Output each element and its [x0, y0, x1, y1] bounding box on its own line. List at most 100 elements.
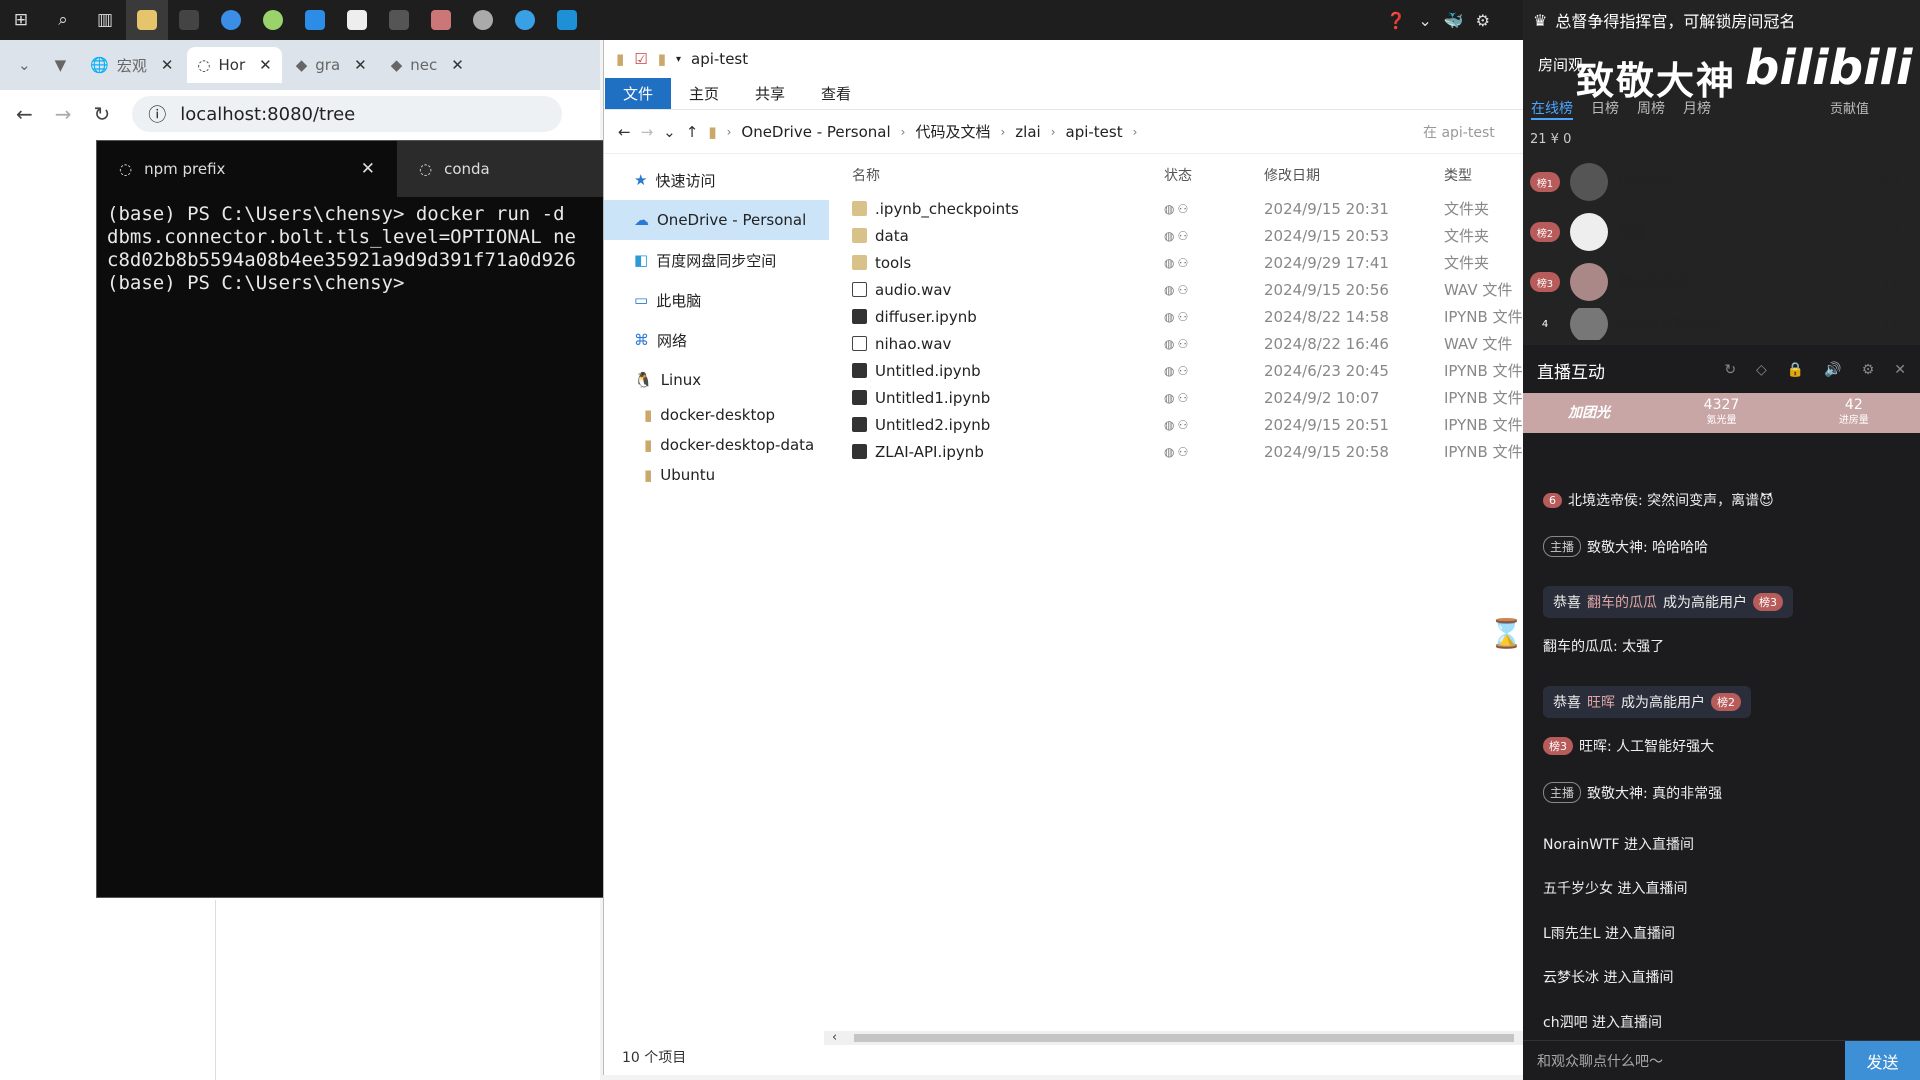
- promo-banner[interactable]: ♛ 总督争得指挥官，可解锁房间冠名: [1523, 0, 1920, 40]
- breadcrumb-item[interactable]: zlai: [1015, 123, 1040, 141]
- wechat-icon[interactable]: [252, 0, 294, 40]
- back-icon[interactable]: ←: [16, 102, 33, 126]
- terminal-icon[interactable]: [168, 0, 210, 40]
- file-row[interactable]: Untitled.ipynb ◍ ⚇ 2024/6/23 20:45 IPYNB 文件: [844, 357, 1524, 384]
- chevron-down-icon[interactable]: ⌄: [1418, 11, 1431, 30]
- close-icon[interactable]: ✕: [354, 56, 367, 74]
- chat-text: NorainWTF 进入直播间: [1543, 837, 1695, 853]
- back-icon[interactable]: ←: [618, 123, 631, 141]
- nav-network[interactable]: ⌘ 网络: [604, 320, 829, 360]
- column-status[interactable]: 状态: [1164, 165, 1264, 185]
- chat-user[interactable]: 旺晖: [1587, 692, 1615, 712]
- app-icon[interactable]: [336, 0, 378, 40]
- forward-icon[interactable]: →: [55, 102, 72, 126]
- nav-quick-access[interactable]: ★ 快速访问: [604, 160, 829, 200]
- file-row[interactable]: Untitled1.ipynb ◍ ⚇ 2024/9/2 10:07 IPYNB 文件: [844, 384, 1524, 411]
- terminal-output[interactable]: (base) PS C:\Users\chensy> docker run -d…: [97, 197, 603, 301]
- tab-home[interactable]: 主页: [671, 78, 737, 109]
- file-row[interactable]: tools ◍ ⚇ 2024/9/29 17:41 文件夹: [844, 249, 1524, 276]
- rank-row[interactable]: 榜3 翻车的瓜瓜 11: [1530, 260, 1900, 304]
- browser-tab[interactable]: ◆ nec ✕: [381, 47, 474, 83]
- file-rows: .ipynb_checkpoints ◍ ⚇ 2024/9/15 20:31 文件夹 da…: [844, 195, 1524, 465]
- scrollbar-thumb[interactable]: [854, 1034, 1514, 1042]
- app-icon[interactable]: [420, 0, 462, 40]
- send-button[interactable]: 发送: [1845, 1040, 1920, 1080]
- nav-linux[interactable]: 🐧 Linux: [604, 360, 829, 400]
- chat-input[interactable]: 和观众聊点什么吧～ 发送: [1523, 1040, 1920, 1080]
- browser-tab[interactable]: ◆ gra ✕: [286, 47, 377, 83]
- breadcrumb-item[interactable]: OneDrive - Personal: [741, 123, 890, 141]
- nav-linux-distro[interactable]: ▮ docker-desktop-data: [604, 430, 829, 460]
- nav-baidu-netdisk[interactable]: ◧ 百度网盘同步空间: [604, 240, 829, 280]
- tab-view[interactable]: 查看: [803, 78, 869, 109]
- checkbox-icon[interactable]: ☑: [634, 50, 647, 68]
- chrome-icon[interactable]: [210, 0, 252, 40]
- tab-list-button[interactable]: ⌄: [8, 47, 41, 83]
- nav-linux-distro[interactable]: ▮ Ubuntu: [604, 460, 829, 490]
- chevron-down-icon[interactable]: ⌄: [663, 123, 676, 141]
- chat-user[interactable]: 翻车的瓜瓜: [1587, 592, 1657, 612]
- file-row[interactable]: ZLAI-API.ipynb ◍ ⚇ 2024/9/15 20:58 IPYNB 文件: [844, 438, 1524, 465]
- nav-this-pc[interactable]: ▭ 此电脑: [604, 280, 829, 320]
- file-row[interactable]: diffuser.ipynb ◍ ⚇ 2024/8/22 14:58 IPYNB 文件: [844, 303, 1524, 330]
- sync-status: ◍ ⚇: [1164, 364, 1264, 378]
- file-explorer-icon[interactable]: [126, 0, 168, 40]
- file-row[interactable]: audio.wav ◍ ⚇ 2024/9/15 20:56 WAV 文件: [844, 276, 1524, 303]
- help-icon[interactable]: ❓: [1386, 11, 1406, 30]
- column-type[interactable]: 类型: [1444, 165, 1524, 185]
- close-icon[interactable]: ✕: [259, 56, 272, 74]
- close-icon[interactable]: ✕: [451, 56, 464, 74]
- browser-tab[interactable]: 🌐 宏观 ✕: [80, 47, 183, 83]
- app-icon[interactable]: [378, 0, 420, 40]
- file-row[interactable]: .ipynb_checkpoints ◍ ⚇ 2024/9/15 20:31 文件夹: [844, 195, 1524, 222]
- app-icon[interactable]: [462, 0, 504, 40]
- file-row[interactable]: Untitled2.ipynb ◍ ⚇ 2024/9/15 20:51 IPYNB 文件: [844, 411, 1524, 438]
- chevron-down-icon[interactable]: ▾: [676, 54, 681, 65]
- rank-row[interactable]: 榜1 lzhcode 13: [1530, 160, 1900, 204]
- tab-monthly-rank[interactable]: 月榜: [1683, 98, 1711, 120]
- search-input[interactable]: 在 api-test: [1423, 122, 1523, 142]
- terminal-tab[interactable]: ◌ conda: [397, 141, 512, 197]
- windows-icon[interactable]: ⊞: [0, 0, 42, 40]
- up-icon[interactable]: ↑: [686, 123, 699, 141]
- browser-tab-active[interactable]: ◌ Hor ✕: [187, 47, 282, 83]
- app-icon[interactable]: [504, 0, 546, 40]
- tab-online-rank[interactable]: 在线榜: [1531, 98, 1573, 120]
- terminal-tab-active[interactable]: ◌ npm prefix ✕: [97, 141, 397, 197]
- docker-icon[interactable]: 🐳: [1444, 11, 1464, 30]
- forward-icon[interactable]: →: [641, 123, 654, 141]
- chevron-left-icon[interactable]: ‹: [832, 1030, 837, 1045]
- settings-icon[interactable]: ⚙: [1862, 362, 1875, 378]
- search-icon[interactable]: ⌕: [42, 0, 84, 40]
- app-icon[interactable]: [546, 0, 588, 40]
- task-view-icon[interactable]: ▥: [84, 0, 126, 40]
- close-icon[interactable]: ✕: [361, 159, 375, 179]
- breadcrumb-item[interactable]: 代码及文档: [915, 121, 990, 142]
- column-date[interactable]: 修改日期: [1264, 165, 1444, 185]
- reload-icon[interactable]: ↻: [94, 102, 111, 126]
- app-icon[interactable]: [294, 0, 336, 40]
- tab-daily-rank[interactable]: 日榜: [1591, 98, 1619, 120]
- rank-row[interactable]: 4 唐伯虎点数香00 11: [1530, 308, 1900, 340]
- rank-row[interactable]: 榜2 旺晖 12: [1530, 210, 1900, 254]
- tab-share[interactable]: 共享: [737, 78, 803, 109]
- nav-linux-distro[interactable]: ▮ docker-desktop: [604, 400, 829, 430]
- horizontal-scrollbar[interactable]: ‹: [824, 1030, 1524, 1045]
- app-tray-icon[interactable]: ⚙: [1476, 11, 1490, 30]
- file-date: 2024/9/15 20:56: [1264, 280, 1389, 299]
- file-row[interactable]: data ◍ ⚇ 2024/9/15 20:53 文件夹: [844, 222, 1524, 249]
- nav-onedrive[interactable]: ☁ OneDrive - Personal: [604, 200, 829, 240]
- tab-weekly-rank[interactable]: 周榜: [1637, 98, 1665, 120]
- refresh-icon[interactable]: ↻: [1724, 362, 1736, 378]
- vue-icon[interactable]: ▼: [45, 47, 77, 83]
- column-name[interactable]: 名称: [844, 165, 1164, 185]
- breadcrumb-item[interactable]: api-test: [1066, 123, 1123, 141]
- sound-icon[interactable]: 🔊: [1824, 362, 1841, 378]
- close-icon[interactable]: ✕: [1894, 362, 1906, 378]
- tab-file[interactable]: 文件: [605, 78, 672, 109]
- lock-icon[interactable]: 🔒: [1787, 362, 1804, 378]
- file-row[interactable]: nihao.wav ◍ ⚇ 2024/8/22 16:46 WAV 文件: [844, 330, 1524, 357]
- address-bar[interactable]: ⓘ localhost:8080/tree: [132, 96, 563, 132]
- close-icon[interactable]: ✕: [161, 56, 174, 74]
- filter-icon[interactable]: ◇: [1756, 362, 1767, 378]
